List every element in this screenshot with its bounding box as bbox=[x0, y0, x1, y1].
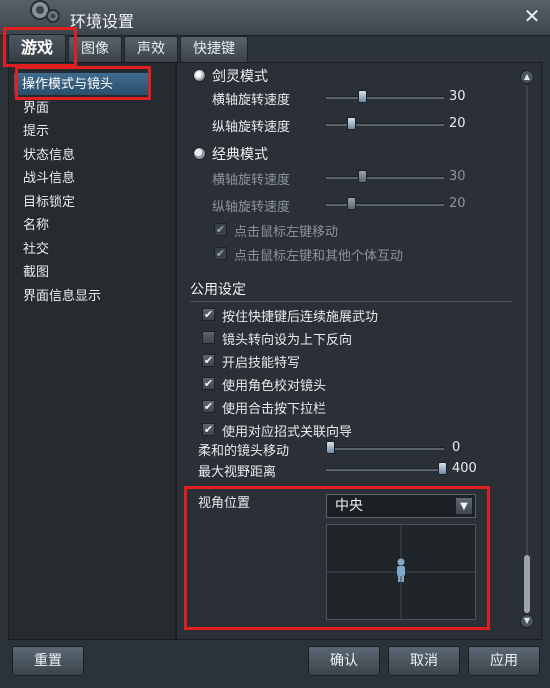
sidebar-item-screenshot[interactable]: 截图 bbox=[23, 261, 49, 283]
window-title: 环境设置 bbox=[70, 12, 135, 31]
cancel-button[interactable]: 取消 bbox=[388, 646, 460, 676]
smooth-camera-label: 柔和的镜头移动 bbox=[198, 444, 290, 459]
smooth-camera-value: 0 bbox=[452, 440, 461, 455]
sidebar-item-ui-info[interactable]: 界面信息显示 bbox=[23, 285, 101, 307]
sword-mode-label: 剑灵模式 bbox=[212, 69, 268, 85]
max-view-distance-label: 最大视野距离 bbox=[198, 465, 277, 480]
radio-sword-mode[interactable] bbox=[193, 69, 206, 82]
opt-combo-dropdown-checkbox[interactable]: ✔ bbox=[202, 400, 215, 413]
sidebar-item-names[interactable]: 名称 bbox=[23, 214, 49, 236]
classic-h-speed-value: 30 bbox=[449, 169, 466, 184]
close-icon[interactable]: ✕ bbox=[522, 6, 542, 26]
confirm-button[interactable]: 确认 bbox=[308, 646, 380, 676]
sword-h-speed-track bbox=[326, 96, 444, 99]
classic-click-move-label: 点击鼠标左键移动 bbox=[234, 225, 339, 240]
sidebar-item-interface[interactable]: 界面 bbox=[23, 97, 49, 119]
settings-window: 环境设置 ✕ 游戏 图像 声效 快捷键 操作模式与镜头 界面 提示 状态信息 战… bbox=[0, 0, 550, 688]
sword-h-speed-slider[interactable] bbox=[358, 90, 367, 103]
scroll-up-icon[interactable]: ▲ bbox=[520, 70, 534, 84]
highlight-box-view-position bbox=[184, 486, 490, 630]
apply-button[interactable]: 应用 bbox=[468, 646, 540, 676]
highlight-box-tab bbox=[3, 27, 77, 67]
radio-classic-mode[interactable] bbox=[193, 147, 206, 160]
sword-v-speed-label: 纵轴旋转速度 bbox=[212, 120, 291, 135]
opt-skill-closeup-label: 开启技能特写 bbox=[222, 356, 301, 371]
classic-h-speed-label: 横轴旋转速度 bbox=[212, 173, 291, 188]
max-view-distance-slider[interactable] bbox=[438, 462, 447, 475]
classic-click-move-checkbox[interactable]: ✔ bbox=[214, 223, 227, 236]
scrollbar-thumb[interactable] bbox=[524, 555, 530, 613]
classic-v-speed-slider[interactable] bbox=[347, 197, 356, 210]
tab-sound[interactable]: 声效 bbox=[124, 36, 179, 62]
smooth-camera-slider[interactable] bbox=[326, 441, 335, 454]
scrollbar-track[interactable] bbox=[526, 86, 528, 616]
sword-v-speed-value: 20 bbox=[449, 116, 466, 131]
gear-icon bbox=[30, 0, 60, 23]
max-view-distance-value: 400 bbox=[452, 461, 477, 476]
opt-invert-camera-checkbox[interactable] bbox=[202, 331, 215, 344]
opt-skill-closeup-checkbox[interactable]: ✔ bbox=[202, 354, 215, 367]
opt-char-camera-label: 使用角色校对镜头 bbox=[222, 379, 327, 394]
opt-skill-guide-label: 使用对应招式关联向导 bbox=[222, 425, 353, 440]
sidebar-item-combat[interactable]: 战斗信息 bbox=[23, 167, 75, 189]
classic-h-speed-track bbox=[326, 176, 444, 179]
max-view-distance-track bbox=[326, 468, 444, 471]
sword-h-speed-label: 横轴旋转速度 bbox=[212, 93, 291, 108]
sidebar-item-target-lock[interactable]: 目标锁定 bbox=[23, 191, 75, 213]
sword-h-speed-value: 30 bbox=[449, 89, 466, 104]
opt-hold-combo-label: 按住快捷键后连续施展武功 bbox=[222, 310, 379, 325]
classic-v-speed-label: 纵轴旋转速度 bbox=[212, 200, 291, 215]
classic-v-speed-value: 20 bbox=[449, 196, 466, 211]
smooth-camera-track bbox=[326, 447, 444, 450]
opt-combo-dropdown-label: 使用合击按下拉栏 bbox=[222, 402, 327, 417]
sidebar-item-status[interactable]: 状态信息 bbox=[23, 144, 75, 166]
sidebar-item-tips[interactable]: 提示 bbox=[23, 120, 49, 142]
title-bar[interactable]: 环境设置 ✕ bbox=[0, 0, 550, 36]
sword-v-speed-slider[interactable] bbox=[347, 117, 356, 130]
classic-mode-label: 经典模式 bbox=[212, 147, 268, 163]
common-divider bbox=[190, 301, 512, 302]
classic-v-speed-track bbox=[326, 203, 444, 206]
tab-hotkeys[interactable]: 快捷键 bbox=[180, 36, 249, 62]
classic-h-speed-slider[interactable] bbox=[358, 170, 367, 183]
sidebar-item-social[interactable]: 社交 bbox=[23, 238, 49, 260]
sword-v-speed-track bbox=[326, 123, 444, 126]
classic-click-interact-label: 点击鼠标左键和其他个体互动 bbox=[234, 249, 404, 264]
opt-char-camera-checkbox[interactable]: ✔ bbox=[202, 377, 215, 390]
classic-click-interact-checkbox[interactable]: ✔ bbox=[214, 247, 227, 260]
highlight-box-sidebar bbox=[15, 66, 151, 100]
opt-hold-combo-checkbox[interactable]: ✔ bbox=[202, 308, 215, 321]
opt-skill-guide-checkbox[interactable]: ✔ bbox=[202, 423, 215, 436]
common-settings-title: 公用设定 bbox=[190, 282, 246, 298]
scroll-down-icon[interactable]: ▼ bbox=[520, 614, 534, 628]
opt-invert-camera-label: 镜头转向设为上下反向 bbox=[222, 333, 353, 348]
reset-button[interactable]: 重置 bbox=[12, 646, 84, 676]
